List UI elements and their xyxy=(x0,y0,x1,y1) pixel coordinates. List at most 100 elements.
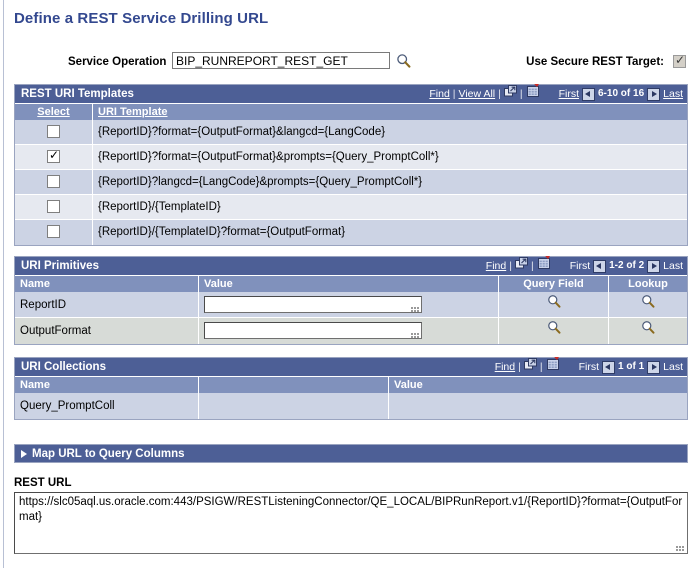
primitive-lookup-cell xyxy=(609,318,687,344)
collection-value-cell xyxy=(389,393,687,419)
column-header-uri-template: URI Template xyxy=(93,104,687,120)
rest-uri-templates-title: REST URI Templates xyxy=(21,88,134,100)
uri-primitives-grid: URI Primitives Find | | First 1-2 of 2 L… xyxy=(14,256,688,345)
column-header-uri-template-link[interactable]: URI Template xyxy=(98,106,167,118)
rest-url-label: REST URL xyxy=(14,477,72,489)
row-select-checkbox[interactable] xyxy=(47,225,60,239)
query-field-magnifier-icon[interactable] xyxy=(547,292,561,317)
column-header-select-link[interactable]: Select xyxy=(37,106,69,118)
row-select-cell: ✓ xyxy=(15,145,93,169)
tool-separator-2: | xyxy=(530,260,534,272)
grid-download-icon[interactable] xyxy=(537,256,551,276)
resize-grip-icon[interactable] xyxy=(411,304,420,313)
secure-rest-target-checkbox[interactable]: ✓ xyxy=(673,53,686,68)
row-select-checkbox[interactable] xyxy=(47,200,60,214)
row-template-cell: {ReportID}?format={OutputFormat}&prompts… xyxy=(98,151,439,163)
primitive-value-cell xyxy=(199,318,499,344)
map-url-to-query-columns-section-header[interactable]: Map URL to Query Columns xyxy=(14,444,688,463)
left-rail-divider xyxy=(0,0,4,568)
primitive-value-cell xyxy=(199,292,499,317)
row-select-checkbox[interactable] xyxy=(47,175,60,189)
row-template-cell: {ReportID}?langcd={LangCode}&prompts={Qu… xyxy=(98,176,423,188)
rest-url-value: https://slc05aql.us.oracle.com:443/PSIGW… xyxy=(19,496,683,523)
popout-icon[interactable] xyxy=(503,85,517,103)
row-select-checkbox[interactable]: ✓ xyxy=(47,148,60,164)
view-all-link[interactable]: View All xyxy=(459,85,496,103)
service-operation-lookup-icon[interactable] xyxy=(396,53,411,71)
row-select-cell xyxy=(15,195,93,219)
grid-download-icon[interactable] xyxy=(546,357,560,377)
row-template-cell: {ReportID}/{TemplateID}?format={OutputFo… xyxy=(98,226,346,238)
next-arrow-icon[interactable] xyxy=(647,87,661,101)
lookup-magnifier-icon[interactable] xyxy=(641,318,655,344)
table-row[interactable]: {ReportID}/{TemplateID} xyxy=(15,195,687,220)
service-operation-input[interactable] xyxy=(172,52,390,69)
page-content: Define a REST Service Drilling URL Servi… xyxy=(6,0,694,554)
tool-separator-1: | xyxy=(509,260,512,272)
tool-separator-1: | xyxy=(518,361,521,373)
next-arrow-icon[interactable] xyxy=(647,259,661,273)
page-root: Define a REST Service Drilling URL Servi… xyxy=(0,0,694,568)
uri-primitives-column-header: Name Value Query Field Lookup xyxy=(15,275,687,292)
rest-uri-templates-pager: First 6-10 of 16 Last xyxy=(559,85,683,103)
row-select-cell xyxy=(15,220,93,245)
secure-rest-target-label: Use Secure REST Target: xyxy=(526,56,664,68)
find-link[interactable]: Find xyxy=(495,358,515,376)
first-label[interactable]: First xyxy=(570,257,590,275)
rest-uri-templates-grid: REST URI Templates Find | View All | | F… xyxy=(14,84,688,246)
rest-url-textarea[interactable]: https://slc05aql.us.oracle.com:443/PSIGW… xyxy=(14,492,688,554)
map-url-section-label: Map URL to Query Columns xyxy=(32,448,185,460)
row-template-cell: {ReportID}/{TemplateID} xyxy=(98,201,221,213)
row-select-cell xyxy=(15,120,93,144)
next-arrow-icon[interactable] xyxy=(647,360,661,374)
popout-icon[interactable] xyxy=(514,257,528,275)
rest-uri-templates-column-header: Select URI Template xyxy=(15,103,687,120)
table-row[interactable]: {ReportID}/{TemplateID}?format={OutputFo… xyxy=(15,220,687,245)
primitive-lookup-cell xyxy=(609,292,687,317)
grid-download-icon[interactable] xyxy=(526,84,540,104)
column-header-value: Value xyxy=(199,276,499,292)
first-link[interactable]: First xyxy=(559,85,579,103)
find-link[interactable]: Find xyxy=(429,85,449,103)
first-label[interactable]: First xyxy=(579,358,599,376)
table-row[interactable]: ✓ {ReportID}?format={OutputFormat}&promp… xyxy=(15,145,687,170)
resize-grip-icon[interactable] xyxy=(676,543,685,551)
tool-separator-2: | xyxy=(498,88,501,100)
primitive-query-field-cell xyxy=(499,292,609,317)
primitive-name-cell: OutputFormat xyxy=(15,318,199,344)
column-header-spacer xyxy=(199,377,389,393)
table-row: Query_PromptColl xyxy=(15,393,687,419)
uri-collections-column-header: Name Value xyxy=(15,376,687,393)
column-header-query-field: Query Field xyxy=(499,276,609,292)
column-header-name: Name xyxy=(15,276,199,292)
checkmark-icon: ✓ xyxy=(675,53,686,67)
prev-arrow-icon[interactable] xyxy=(602,360,616,374)
tool-separator-1: | xyxy=(452,88,456,100)
page-title: Define a REST Service Drilling URL xyxy=(14,10,269,27)
find-link[interactable]: Find xyxy=(486,257,506,275)
prev-arrow-icon[interactable] xyxy=(593,259,607,273)
column-header-select: Select xyxy=(15,104,93,120)
lookup-magnifier-icon[interactable] xyxy=(641,292,655,317)
prev-arrow-icon[interactable] xyxy=(582,87,595,101)
query-field-magnifier-icon[interactable] xyxy=(547,318,561,344)
last-label[interactable]: Last xyxy=(663,257,683,275)
primitive-value-input[interactable] xyxy=(204,322,422,340)
uri-primitives-toolbar: Find | | First 1-2 of 2 Last xyxy=(486,256,683,276)
uri-collections-title: URI Collections xyxy=(21,361,106,373)
column-header-value: Value xyxy=(394,379,423,391)
last-link[interactable]: Last xyxy=(663,85,683,103)
uri-collections-pager: First 1 of 1 Last xyxy=(579,358,683,376)
table-row[interactable]: {ReportID}?langcd={LangCode}&prompts={Qu… xyxy=(15,170,687,195)
last-label[interactable]: Last xyxy=(663,358,683,376)
service-operation-label: Service Operation xyxy=(68,56,167,68)
table-row: ReportID xyxy=(15,292,687,318)
table-row[interactable]: {ReportID}?format={OutputFormat}&langcd=… xyxy=(15,120,687,145)
primitive-value-input[interactable] xyxy=(204,296,422,314)
column-header-lookup: Lookup xyxy=(628,278,668,290)
row-select-checkbox[interactable] xyxy=(47,125,60,139)
popout-icon[interactable] xyxy=(523,358,537,376)
resize-grip-icon[interactable] xyxy=(411,330,420,339)
collection-name-cell: Query_PromptColl xyxy=(15,393,199,419)
collapsed-triangle-icon xyxy=(21,449,27,458)
